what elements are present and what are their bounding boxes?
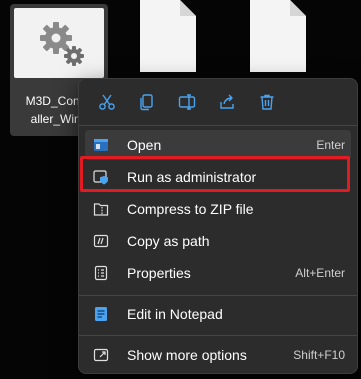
menu-item-label: Edit in Notepad: [127, 306, 223, 322]
menu-item-label: Show more options: [127, 347, 247, 363]
scissors-icon: [99, 94, 115, 110]
rename-icon: [178, 94, 196, 110]
copy-button[interactable]: [127, 87, 167, 117]
copy-icon: [140, 94, 153, 111]
menu-item-open[interactable]: Open Enter: [85, 130, 351, 160]
menu-divider: [79, 295, 357, 296]
menu-item-shortcut: Alt+Enter: [295, 266, 345, 280]
notepad-icon: [93, 306, 109, 322]
menu-item-label: Open: [127, 137, 162, 153]
rename-button[interactable]: [167, 87, 207, 117]
menu-divider: [79, 335, 357, 336]
menu-item-label: Copy as path: [127, 233, 210, 249]
menu-item-show-more-options[interactable]: Show more options Shift+F10: [85, 340, 351, 370]
document-icon: [250, 0, 306, 72]
menu-item-run-as-administrator[interactable]: Run as administrator: [85, 162, 351, 192]
menu-item-shortcut: Enter: [316, 138, 345, 152]
open-icon: [93, 137, 109, 153]
menu-item-label: Run as administrator: [127, 169, 257, 185]
gears-icon: [40, 22, 84, 66]
quick-actions-row: [87, 87, 287, 117]
document-file-2[interactable]: [250, 0, 306, 72]
menu-item-edit-in-notepad[interactable]: Edit in Notepad: [85, 299, 351, 329]
share-button[interactable]: [207, 87, 247, 117]
trash-icon: [260, 94, 274, 110]
menu-divider: [79, 125, 357, 126]
share-icon: [220, 94, 234, 109]
file-thumbnail: [14, 8, 104, 78]
menu-item-label: Compress to ZIP file: [127, 201, 254, 217]
desktop: M3D_Config aller_Wind n: [0, 0, 361, 379]
shield-icon: [93, 169, 109, 185]
more-options-icon: [93, 347, 109, 363]
menu-item-shortcut: Shift+F10: [293, 348, 345, 362]
menu-item-copy-as-path[interactable]: Copy as path: [85, 226, 351, 256]
properties-icon: [93, 265, 109, 281]
context-menu: Open Enter Run as administrator Compress…: [78, 78, 358, 374]
document-file-1[interactable]: [140, 0, 196, 72]
cut-button[interactable]: [87, 87, 127, 117]
menu-item-compress-zip[interactable]: Compress to ZIP file: [85, 194, 351, 224]
delete-button[interactable]: [247, 87, 287, 117]
zip-icon: [93, 201, 109, 217]
document-icon: [140, 0, 196, 72]
menu-item-properties[interactable]: Properties Alt+Enter: [85, 258, 351, 288]
menu-item-label: Properties: [127, 265, 191, 281]
copy-path-icon: [93, 233, 109, 249]
